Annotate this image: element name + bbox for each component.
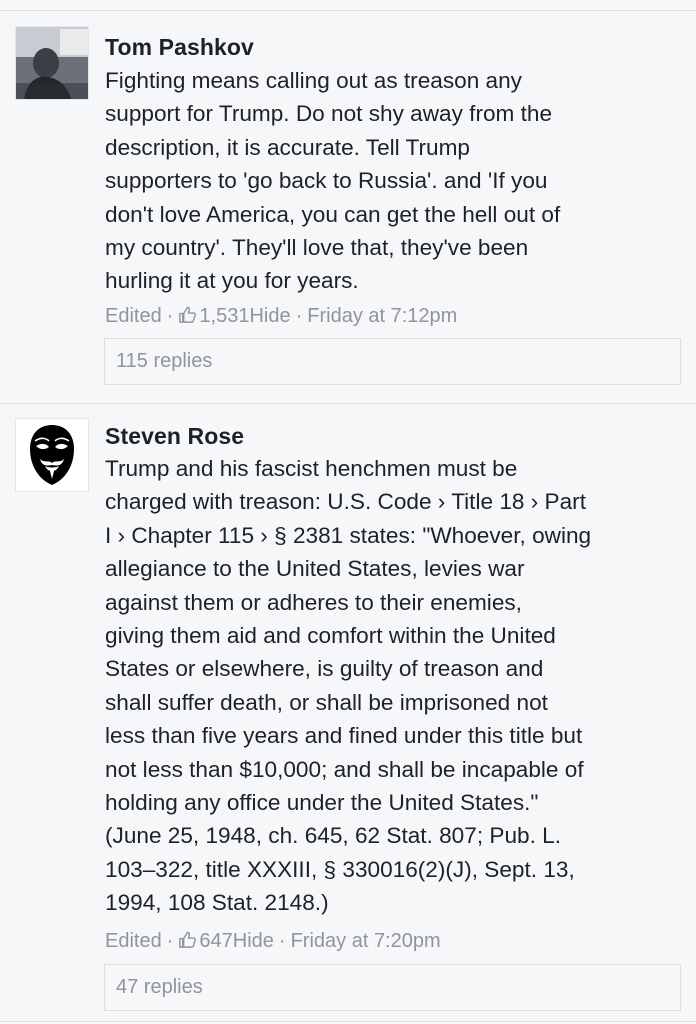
comment-timestamp[interactable]: Friday at 7:12pm (307, 305, 457, 327)
comment-line: (June 25, 1948, ch. 645, 62 Stat. 807; P… (105, 823, 561, 849)
comment-line: against them or adheres to their enemies… (105, 589, 522, 615)
comment-body: Trump and his fascist henchmen must be c… (105, 452, 685, 920)
hide-link[interactable]: Hide (233, 930, 274, 952)
bottom-divider (0, 1021, 696, 1022)
separator-dot: · (166, 305, 174, 327)
comment-line: not less than $10,000; and shall be inca… (105, 756, 584, 782)
avatar[interactable] (15, 26, 89, 100)
replies-count: 47 replies (116, 976, 203, 998)
replies-button[interactable]: 47 replies (104, 964, 681, 1011)
comments-page: Tom Pashkov Fighting means calling out a… (0, 0, 696, 1024)
comment-line: hurling it at you for years. (105, 268, 359, 294)
comment-line: holding any office under the United Stat… (105, 790, 539, 816)
comment-meta: Edited · 647Hide · Friday at 7:20pm (105, 930, 441, 955)
replies-count: 115 replies (116, 350, 213, 372)
comment-line: don't love America, you can get the hell… (105, 201, 561, 227)
comment-line: my country'. They'll love that, they've … (105, 235, 529, 261)
edited-link[interactable]: Edited (105, 930, 162, 952)
hide-link[interactable]: Hide (249, 305, 290, 327)
thumbs-up-icon[interactable] (178, 930, 197, 955)
separator-dot: · (295, 305, 303, 327)
separator-dot: · (166, 930, 174, 952)
edited-link[interactable]: Edited (105, 305, 162, 327)
thumbs-up-icon[interactable] (178, 305, 197, 330)
separator-dot: · (278, 930, 286, 952)
comment-author[interactable]: Steven Rose (105, 423, 244, 450)
like-count[interactable]: 1,531 (199, 305, 249, 327)
replies-button[interactable]: 115 replies (104, 338, 681, 385)
comment-line: Trump and his fascist henchmen must be (105, 456, 518, 481)
comment-line: supporters to 'go back to Russia'. and '… (105, 168, 548, 194)
comment-line: shall suffer death, or shall be imprison… (105, 689, 548, 715)
comment-body: Fighting means calling out as treason an… (105, 64, 685, 298)
comment-line: less than five years and fined under thi… (105, 723, 583, 749)
user-photo-icon (16, 27, 88, 99)
comment-line: States or elsewhere, is guilty of treaso… (105, 656, 544, 682)
comment-line: description, it is accurate. Tell Trump (105, 134, 470, 160)
comment-line: Fighting means calling out as treason an… (105, 68, 522, 93)
comment-timestamp[interactable]: Friday at 7:20pm (291, 930, 441, 952)
comment-author[interactable]: Tom Pashkov (105, 34, 254, 61)
comment-line: allegiance to the United States, levies … (105, 556, 525, 582)
comment-line: 1994, 108 Stat. 2148.) (105, 890, 329, 916)
comment-divider (0, 403, 696, 404)
comment-meta: Edited · 1,531Hide · Friday at 7:12pm (105, 305, 457, 330)
comment-line: charged with treason: U.S. Code › Title … (105, 489, 586, 515)
guy-fawkes-mask-icon (30, 425, 74, 485)
like-count[interactable]: 647 (199, 930, 232, 952)
comment-line: giving them aid and comfort within the U… (105, 623, 556, 649)
comment-line: I › Chapter 115 › § 2381 states: "Whoeve… (105, 522, 592, 548)
comment-line: support for Trump. Do not shy away from … (105, 101, 553, 127)
avatar[interactable] (15, 418, 89, 492)
comment-line: 103–322, title XXXIII, § 330016(2)(J), S… (105, 856, 575, 882)
top-divider (0, 10, 696, 11)
